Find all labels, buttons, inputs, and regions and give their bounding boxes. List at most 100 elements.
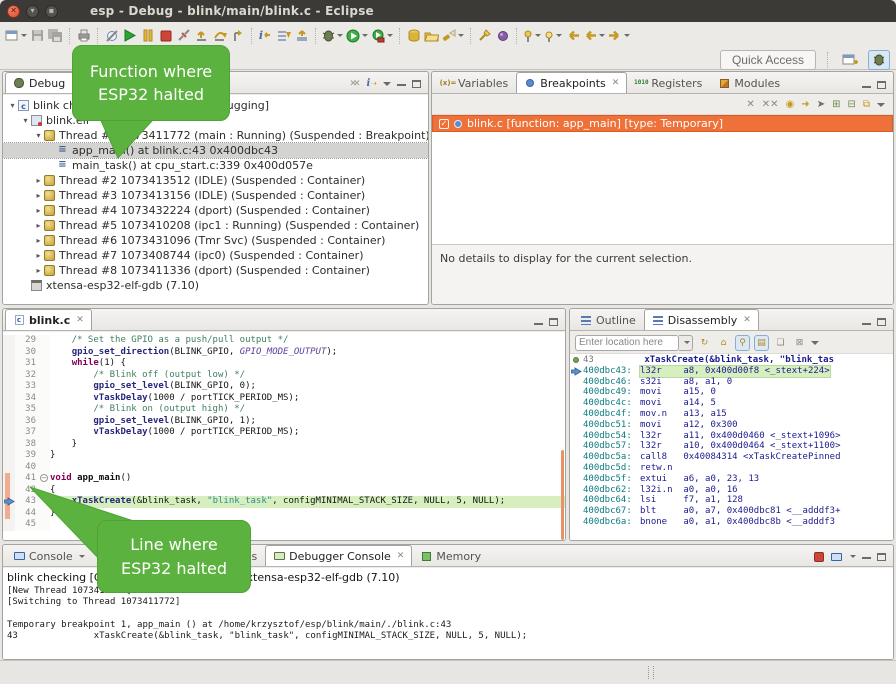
- close-tab-icon[interactable]: ✕: [743, 315, 751, 325]
- tree-expander-icon[interactable]: ▸: [33, 176, 44, 185]
- pin-view-icon[interactable]: ⊠: [792, 335, 807, 351]
- code-line[interactable]: 37 vTaskDelay(1000 / portTICK_PERIOD_MS)…: [3, 427, 565, 439]
- debug-tree-row[interactable]: ▸Thread #8 1073411336 (dport) (Suspended…: [3, 263, 428, 278]
- minimize-view-icon[interactable]: [397, 84, 406, 87]
- back-button[interactable]: [582, 26, 606, 46]
- link-with-editor-button[interactable]: [543, 26, 563, 46]
- instruction-stepping-mode-icon[interactable]: i➝: [366, 78, 377, 89]
- maximize-view-icon[interactable]: [877, 553, 886, 561]
- code-line[interactable]: 39}: [3, 450, 565, 462]
- maximize-window-button[interactable]: ▪: [45, 5, 58, 18]
- debug-tree-row[interactable]: ▸Thread #5 1073410208 (ipc1 : Running) (…: [3, 218, 428, 233]
- code-line[interactable]: 29 /* Set the GPIO as a push/pull output…: [3, 335, 565, 347]
- forward-button[interactable]: [607, 26, 631, 46]
- terminate-button[interactable]: [157, 26, 174, 46]
- tab-blink-c[interactable]: c blink.c ✕: [5, 309, 92, 330]
- view-menu-icon[interactable]: [811, 341, 819, 345]
- tree-expander-icon[interactable]: ▸: [33, 221, 44, 230]
- code-line[interactable]: 38 }: [3, 439, 565, 451]
- debug-tree-row[interactable]: ▾Thread #1 1073411772 (main : Running) (…: [3, 128, 428, 143]
- tree-expander-icon[interactable]: ▸: [33, 191, 44, 200]
- debug-tree-row[interactable]: ▸Thread #4 1073432224 (dport) (Suspended…: [3, 203, 428, 218]
- code-line[interactable]: 30 gpio_set_direction(BLINK_GPIO, GPIO_M…: [3, 347, 565, 359]
- code-line[interactable]: 44}: [3, 508, 565, 520]
- expand-all-icon[interactable]: ⊞: [832, 99, 840, 110]
- remove-all-breakpoints-icon[interactable]: ✕✕: [762, 99, 779, 110]
- save-all-button[interactable]: [47, 26, 64, 46]
- suspend-button[interactable]: [139, 26, 156, 46]
- debug-perspective-button[interactable]: [868, 50, 890, 70]
- code-line[interactable]: 40: [3, 462, 565, 474]
- close-tab-icon[interactable]: ✕: [612, 78, 620, 88]
- search-dropdown-icon[interactable]: [458, 34, 464, 37]
- display-selected-console-icon[interactable]: [830, 551, 842, 562]
- code-line[interactable]: 42{: [3, 485, 565, 497]
- instruction-stepping-button[interactable]: i: [257, 26, 274, 46]
- location-input[interactable]: [575, 335, 679, 351]
- tab-modules[interactable]: Modules: [710, 72, 788, 93]
- tab-variables[interactable]: (x)= Variables: [434, 72, 516, 93]
- step-over-button[interactable]: [211, 26, 228, 46]
- resume-button[interactable]: [121, 26, 138, 46]
- code-line[interactable]: 32 /* Blink off (output low) */: [3, 370, 565, 382]
- debug-tree-row[interactable]: ▸Thread #2 1073413512 (IDLE) (Suspended …: [3, 173, 428, 188]
- tree-expander-icon[interactable]: ▾: [20, 116, 31, 125]
- code-line[interactable]: 34 vTaskDelay(1000 / portTICK_PERIOD_MS)…: [3, 393, 565, 405]
- tab-disassembly[interactable]: Disassembly ✕: [644, 309, 759, 330]
- close-tab-icon[interactable]: ✕: [76, 315, 84, 325]
- link-with-debug-view-icon[interactable]: ⧉: [863, 99, 870, 110]
- code-line[interactable]: 31 while(1) {: [3, 358, 565, 370]
- show-source-icon[interactable]: ▤: [754, 335, 769, 351]
- run-button[interactable]: [345, 26, 369, 46]
- debug-tree-row[interactable]: ≡main_task() at cpu_start.c:339 0x400d05…: [3, 158, 428, 173]
- new-wizard-button[interactable]: [4, 26, 28, 46]
- last-edit-location-button[interactable]: [564, 26, 581, 46]
- debug-tree-row[interactable]: ≡app_main() at blink.c:43 0x400dbc43: [3, 143, 428, 158]
- remove-all-terminated-icon[interactable]: ✕✕: [349, 79, 360, 89]
- home-icon[interactable]: ⌂: [716, 335, 731, 351]
- collapse-all-icon[interactable]: ⊟: [847, 99, 855, 110]
- skip-all-breakpoints-button[interactable]: [103, 26, 120, 46]
- tab-outline[interactable]: Outline: [572, 309, 644, 330]
- minimize-view-icon[interactable]: [862, 557, 871, 560]
- view-menu-icon[interactable]: [383, 82, 391, 86]
- statusbar-drag-handle[interactable]: [648, 666, 654, 679]
- external-tools-dropdown-icon[interactable]: [387, 34, 393, 37]
- tree-expander-icon[interactable]: ▾: [33, 131, 44, 140]
- minimize-view-icon[interactable]: [862, 86, 871, 89]
- code-line[interactable]: 41−void app_main(): [3, 473, 565, 485]
- debug-tree-row[interactable]: ▸Thread #6 1073431096 (Tmr Svc) (Suspend…: [3, 233, 428, 248]
- tab-breakpoints[interactable]: Breakpoints ✕: [516, 72, 627, 93]
- maximize-view-icon[interactable]: [877, 318, 886, 326]
- go-to-file-icon[interactable]: ➜: [801, 99, 809, 110]
- use-step-filters-button[interactable]: [275, 26, 292, 46]
- sync-with-stack-icon[interactable]: ⚲: [735, 335, 750, 351]
- open-perspective-button[interactable]: [839, 50, 861, 70]
- remove-breakpoint-icon[interactable]: ✕: [746, 99, 754, 110]
- tab-console[interactable]: Console: [5, 545, 93, 566]
- step-return-button[interactable]: [229, 26, 246, 46]
- back-dropdown-icon[interactable]: [599, 34, 605, 37]
- pin-editor-button[interactable]: [522, 26, 542, 46]
- new-wizard-dropdown-icon[interactable]: [21, 34, 27, 37]
- maximize-view-icon[interactable]: [412, 80, 421, 88]
- profile-button[interactable]: [494, 26, 511, 46]
- open-new-view-icon[interactable]: ❏: [773, 335, 788, 351]
- tab-registers[interactable]: 1010 Registers: [627, 72, 710, 93]
- drop-to-frame-button[interactable]: [293, 26, 310, 46]
- terminate-console-icon[interactable]: [814, 552, 824, 562]
- tree-expander-icon[interactable]: ▾: [7, 101, 18, 110]
- show-breakpoints-for-selection-icon[interactable]: ◉: [786, 99, 795, 110]
- tree-expander-icon[interactable]: ▸: [33, 206, 44, 215]
- tree-expander-icon[interactable]: ▸: [33, 236, 44, 245]
- print-button[interactable]: [75, 26, 92, 46]
- disconnect-button[interactable]: [175, 26, 192, 46]
- debug-button[interactable]: [321, 26, 344, 46]
- tree-expander-icon[interactable]: ▸: [33, 266, 44, 275]
- code-line[interactable]: 43 xTaskCreate(&blink_task, "blink_task"…: [3, 496, 565, 508]
- refresh-view-icon[interactable]: ↻: [697, 335, 712, 351]
- debug-tree-row[interactable]: ▸Thread #7 1073408744 (ipc0) (Suspended …: [3, 248, 428, 263]
- run-dropdown-icon[interactable]: [362, 34, 368, 37]
- breakpoint-checkbox[interactable]: ✓: [439, 119, 449, 129]
- forward-dropdown-icon[interactable]: [624, 34, 630, 37]
